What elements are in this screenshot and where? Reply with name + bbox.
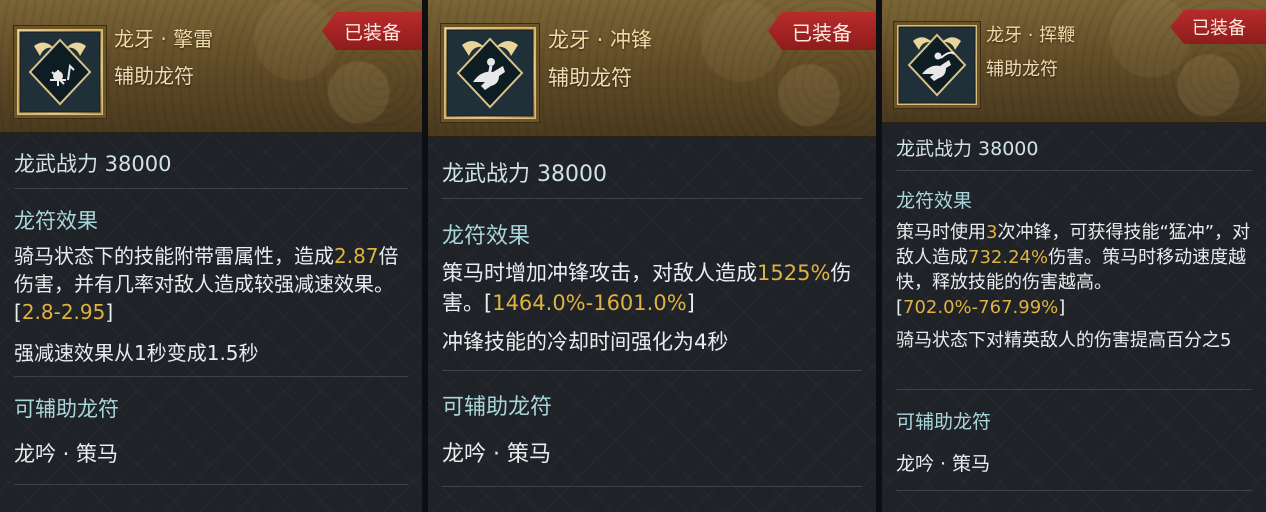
effect-title: 龙符效果 bbox=[442, 224, 531, 249]
combat-power: 龙武战力 38000 bbox=[896, 138, 1039, 160]
assist-value: 龙吟 · 策马 bbox=[896, 453, 991, 475]
equipped-badge-label: 已装备 bbox=[792, 20, 852, 45]
talisman-type: 辅助龙符 bbox=[114, 64, 194, 88]
divider bbox=[896, 170, 1252, 171]
talisman-type: 辅助龙符 bbox=[986, 59, 1058, 80]
divider bbox=[896, 490, 1252, 491]
effect-text: 骑马状态下的技能附带雷属性，造成 bbox=[14, 244, 334, 268]
effect-title: 龙符效果 bbox=[14, 209, 98, 233]
effect-value: 1525% bbox=[757, 261, 831, 285]
effect-text: ] bbox=[686, 291, 695, 315]
equipped-badge-label: 已装备 bbox=[1192, 18, 1246, 39]
effect-description: 策马时使用3次冲锋，可获得技能“猛冲”，对敌人造成732.24%伤害。策马时移动… bbox=[896, 220, 1256, 320]
equipped-badge-label: 已装备 bbox=[344, 21, 402, 44]
assist-value: 龙吟 · 策马 bbox=[442, 442, 551, 467]
talisman-card-qinglei: 龙牙 · 擎雷 辅助龙符 已装备 龙武战力 38000 龙符效果 骑马状态下的技… bbox=[0, 0, 422, 512]
horse-rider-cracked-icon[interactable] bbox=[13, 25, 107, 119]
divider bbox=[896, 389, 1252, 390]
assist-value: 龙吟 · 策马 bbox=[14, 442, 119, 466]
effect-text: 策马时使用 bbox=[896, 222, 986, 243]
talisman-card-huibian: 龙牙 · 挥鞭 辅助龙符 已装备 龙武战力 38000 龙符效果 策马时使用3次… bbox=[882, 0, 1266, 512]
effect-value: 732.24% bbox=[968, 247, 1049, 268]
equipped-badge: 已装备 bbox=[1170, 10, 1266, 44]
effect-range: 702.0%-767.99% bbox=[903, 297, 1059, 318]
effect-range: 1464.0%-1601.0% bbox=[492, 291, 687, 315]
divider bbox=[442, 370, 862, 371]
effect-text: ] bbox=[1058, 297, 1066, 318]
effect-value: 2.87 bbox=[334, 244, 379, 268]
combat-power: 龙武战力 38000 bbox=[442, 162, 607, 187]
effect-range: 2.8-2.95 bbox=[21, 300, 106, 324]
equipped-badge: 已装备 bbox=[768, 12, 876, 50]
assist-title: 可辅助龙符 bbox=[896, 411, 992, 433]
effect-value: 3 bbox=[986, 222, 998, 243]
galloping-rider-icon[interactable] bbox=[440, 23, 540, 123]
divider bbox=[442, 198, 862, 199]
card-header: 龙牙 · 冲锋 辅助龙符 已装备 bbox=[428, 0, 876, 138]
extra-effect: 强减速效果从1秒变成1.5秒 bbox=[14, 341, 259, 365]
effect-title: 龙符效果 bbox=[896, 190, 973, 212]
card-header: 龙牙 · 擎雷 辅助龙符 已装备 bbox=[0, 0, 422, 134]
talisman-name: 龙牙 · 擎雷 bbox=[114, 27, 214, 51]
card-header: 龙牙 · 挥鞭 辅助龙符 已装备 bbox=[882, 0, 1266, 124]
equipped-badge: 已装备 bbox=[322, 12, 422, 50]
whip-rider-icon[interactable] bbox=[893, 21, 981, 109]
effect-description: 策马时增加冲锋攻击，对敌人造成1525%伤害。[1464.0%-1601.0%] bbox=[442, 258, 866, 318]
effect-text: 策马时增加冲锋攻击，对敌人造成 bbox=[442, 261, 757, 285]
divider bbox=[14, 188, 408, 189]
extra-effect: 冲锋技能的冷却时间强化为4秒 bbox=[442, 330, 729, 354]
divider bbox=[442, 486, 862, 487]
divider bbox=[14, 484, 408, 485]
divider bbox=[14, 376, 408, 377]
combat-power: 龙武战力 38000 bbox=[14, 152, 172, 176]
extra-effect: 骑马状态下对精英敌人的伤害提高百分之5 bbox=[896, 330, 1232, 351]
assist-title: 可辅助龙符 bbox=[442, 395, 553, 420]
talisman-card-chongfeng: 龙牙 · 冲锋 辅助龙符 已装备 龙武战力 38000 龙符效果 策马时增加冲锋… bbox=[428, 0, 876, 512]
talisman-name: 龙牙 · 挥鞭 bbox=[986, 25, 1076, 46]
effect-text: ] bbox=[105, 300, 114, 324]
assist-title: 可辅助龙符 bbox=[14, 397, 119, 421]
effect-description: 骑马状态下的技能附带雷属性，造成2.87倍伤害，并有几率对敌人造成较强减速效果。… bbox=[14, 242, 412, 326]
talisman-type: 辅助龙符 bbox=[548, 66, 632, 90]
talisman-name: 龙牙 · 冲锋 bbox=[548, 28, 653, 52]
